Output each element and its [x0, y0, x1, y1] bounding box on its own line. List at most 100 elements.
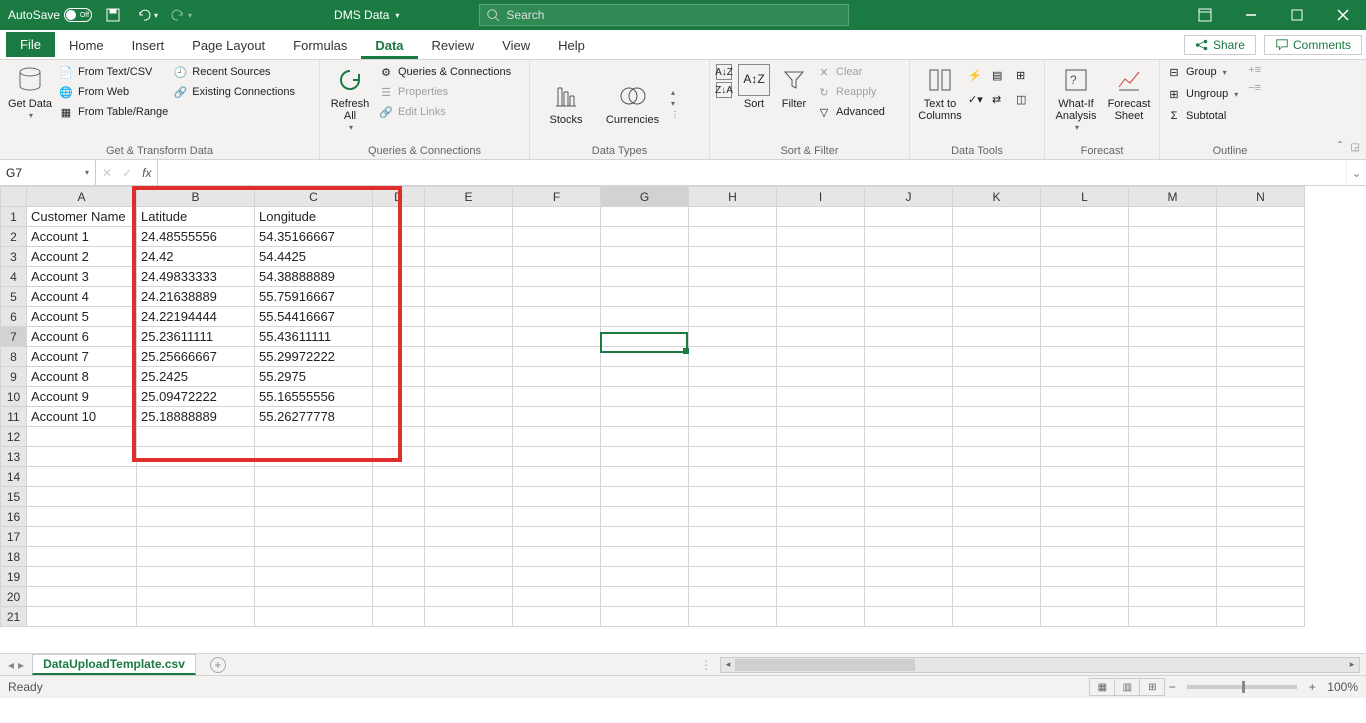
row-header-4[interactable]: 4 [1, 267, 27, 287]
expand-formula-icon[interactable]: ⌄ [1346, 160, 1366, 185]
cell-D1[interactable] [373, 207, 425, 227]
cell-J10[interactable] [865, 387, 953, 407]
cell-K8[interactable] [953, 347, 1041, 367]
stocks-button[interactable]: Stocks [536, 80, 596, 126]
cell-A7[interactable]: Account 6 [27, 327, 137, 347]
cell-H14[interactable] [689, 467, 777, 487]
cell-L9[interactable] [1041, 367, 1129, 387]
filter-button[interactable]: Filter [776, 64, 812, 110]
cell-M16[interactable] [1129, 507, 1217, 527]
cell-L4[interactable] [1041, 267, 1129, 287]
cell-F7[interactable] [513, 327, 601, 347]
column-header-J[interactable]: J [865, 187, 953, 207]
cell-I1[interactable] [777, 207, 865, 227]
cell-I15[interactable] [777, 487, 865, 507]
cell-N20[interactable] [1217, 587, 1305, 607]
cell-L6[interactable] [1041, 307, 1129, 327]
sort-asc-button[interactable]: A↓Z [716, 64, 732, 80]
cell-D18[interactable] [373, 547, 425, 567]
cell-E9[interactable] [425, 367, 513, 387]
row-header-10[interactable]: 10 [1, 387, 27, 407]
cell-G8[interactable] [601, 347, 689, 367]
search-box[interactable]: Search [479, 4, 849, 26]
cell-C20[interactable] [255, 587, 373, 607]
row-header-13[interactable]: 13 [1, 447, 27, 467]
row-header-1[interactable]: 1 [1, 207, 27, 227]
queries-connections-button[interactable]: ⚙Queries & Connections [378, 64, 511, 80]
cell-E16[interactable] [425, 507, 513, 527]
cell-E7[interactable] [425, 327, 513, 347]
cell-A4[interactable]: Account 3 [27, 267, 137, 287]
cell-D12[interactable] [373, 427, 425, 447]
column-header-H[interactable]: H [689, 187, 777, 207]
column-header-E[interactable]: E [425, 187, 513, 207]
cell-F20[interactable] [513, 587, 601, 607]
cell-L21[interactable] [1041, 607, 1129, 627]
column-header-L[interactable]: L [1041, 187, 1129, 207]
cell-N3[interactable] [1217, 247, 1305, 267]
cell-B10[interactable]: 25.09472222 [137, 387, 255, 407]
cell-D7[interactable] [373, 327, 425, 347]
undo-icon[interactable]: ▾ [134, 2, 160, 28]
row-header-11[interactable]: 11 [1, 407, 27, 427]
cell-L10[interactable] [1041, 387, 1129, 407]
row-header-9[interactable]: 9 [1, 367, 27, 387]
cell-L1[interactable] [1041, 207, 1129, 227]
cell-F3[interactable] [513, 247, 601, 267]
cell-A21[interactable] [27, 607, 137, 627]
cell-C2[interactable]: 54.35166667 [255, 227, 373, 247]
cell-C12[interactable] [255, 427, 373, 447]
new-sheet-button[interactable]: + [210, 657, 226, 673]
cell-I17[interactable] [777, 527, 865, 547]
cell-K6[interactable] [953, 307, 1041, 327]
redo-icon[interactable]: ▾ [168, 2, 194, 28]
cell-B12[interactable] [137, 427, 255, 447]
column-header-G[interactable]: G [601, 187, 689, 207]
cell-J12[interactable] [865, 427, 953, 447]
cell-L18[interactable] [1041, 547, 1129, 567]
cell-E21[interactable] [425, 607, 513, 627]
cell-N10[interactable] [1217, 387, 1305, 407]
cell-E18[interactable] [425, 547, 513, 567]
cell-D9[interactable] [373, 367, 425, 387]
cell-J8[interactable] [865, 347, 953, 367]
cell-J17[interactable] [865, 527, 953, 547]
cell-H3[interactable] [689, 247, 777, 267]
cell-C8[interactable]: 55.29972222 [255, 347, 373, 367]
cell-M10[interactable] [1129, 387, 1217, 407]
cell-G9[interactable] [601, 367, 689, 387]
cell-F10[interactable] [513, 387, 601, 407]
tab-page-layout[interactable]: Page Layout [178, 32, 279, 59]
cell-J13[interactable] [865, 447, 953, 467]
cell-I8[interactable] [777, 347, 865, 367]
cell-H11[interactable] [689, 407, 777, 427]
cell-N2[interactable] [1217, 227, 1305, 247]
cell-G11[interactable] [601, 407, 689, 427]
cell-B9[interactable]: 25.2425 [137, 367, 255, 387]
cell-L14[interactable] [1041, 467, 1129, 487]
autosave-switch[interactable]: Off [64, 8, 92, 22]
cell-J15[interactable] [865, 487, 953, 507]
formula-input[interactable] [158, 160, 1346, 185]
cell-K3[interactable] [953, 247, 1041, 267]
cell-H8[interactable] [689, 347, 777, 367]
cell-F9[interactable] [513, 367, 601, 387]
cell-J19[interactable] [865, 567, 953, 587]
cell-A9[interactable]: Account 8 [27, 367, 137, 387]
cell-J16[interactable] [865, 507, 953, 527]
cell-A17[interactable] [27, 527, 137, 547]
cell-A15[interactable] [27, 487, 137, 507]
cell-I5[interactable] [777, 287, 865, 307]
cell-F14[interactable] [513, 467, 601, 487]
cell-N21[interactable] [1217, 607, 1305, 627]
cell-D19[interactable] [373, 567, 425, 587]
cell-E13[interactable] [425, 447, 513, 467]
cell-M14[interactable] [1129, 467, 1217, 487]
cell-C15[interactable] [255, 487, 373, 507]
cell-G6[interactable] [601, 307, 689, 327]
cell-K16[interactable] [953, 507, 1041, 527]
cell-H17[interactable] [689, 527, 777, 547]
cell-M21[interactable] [1129, 607, 1217, 627]
cell-E2[interactable] [425, 227, 513, 247]
cell-J2[interactable] [865, 227, 953, 247]
